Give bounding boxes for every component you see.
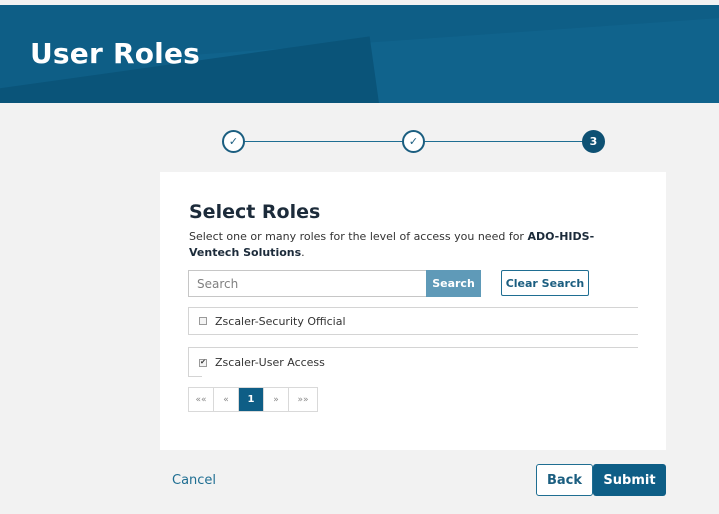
search-input[interactable] [188,270,426,297]
submit-button[interactable]: Submit [593,464,666,496]
role-checkbox-checked[interactable]: ✔ [199,358,207,367]
cancel-link[interactable]: Cancel [172,473,216,488]
page-1-button[interactable]: 1 [239,388,264,411]
back-button[interactable]: Back [536,464,593,496]
role-label: Zscaler-User Access [215,356,325,369]
role-row[interactable]: ✔ Zscaler-User Access [188,347,638,377]
role-label: Zscaler-Security Official [215,314,346,328]
card-description: Select one or many roles for the level o… [189,229,629,261]
select-roles-card: Select Roles Select one or many roles fo… [160,172,666,450]
page-header-banner: User Roles [0,5,719,103]
last-page-button[interactable]: »» [289,388,317,411]
description-suffix: . [301,246,305,259]
description-text: Select one or many roles for the level o… [189,230,528,243]
step-2-complete-icon: ✓ [402,130,425,153]
search-bar: Search [188,270,482,297]
next-page-button[interactable]: » [264,388,289,411]
step-1-complete-icon: ✓ [222,130,245,153]
search-button[interactable]: Search [426,270,481,297]
card-title: Select Roles [189,201,321,223]
role-checkbox[interactable] [199,317,207,325]
pagination: «« « 1 » »» [188,387,318,412]
first-page-button[interactable]: «« [189,388,214,411]
step-3-current: 3 [582,130,605,153]
page-title: User Roles [30,37,200,70]
previous-page-button[interactable]: « [214,388,239,411]
role-row[interactable]: Zscaler-Security Official [188,307,638,335]
clear-search-button[interactable]: Clear Search [501,270,589,296]
progress-stepper: ✓ ✓ 3 [222,130,605,154]
